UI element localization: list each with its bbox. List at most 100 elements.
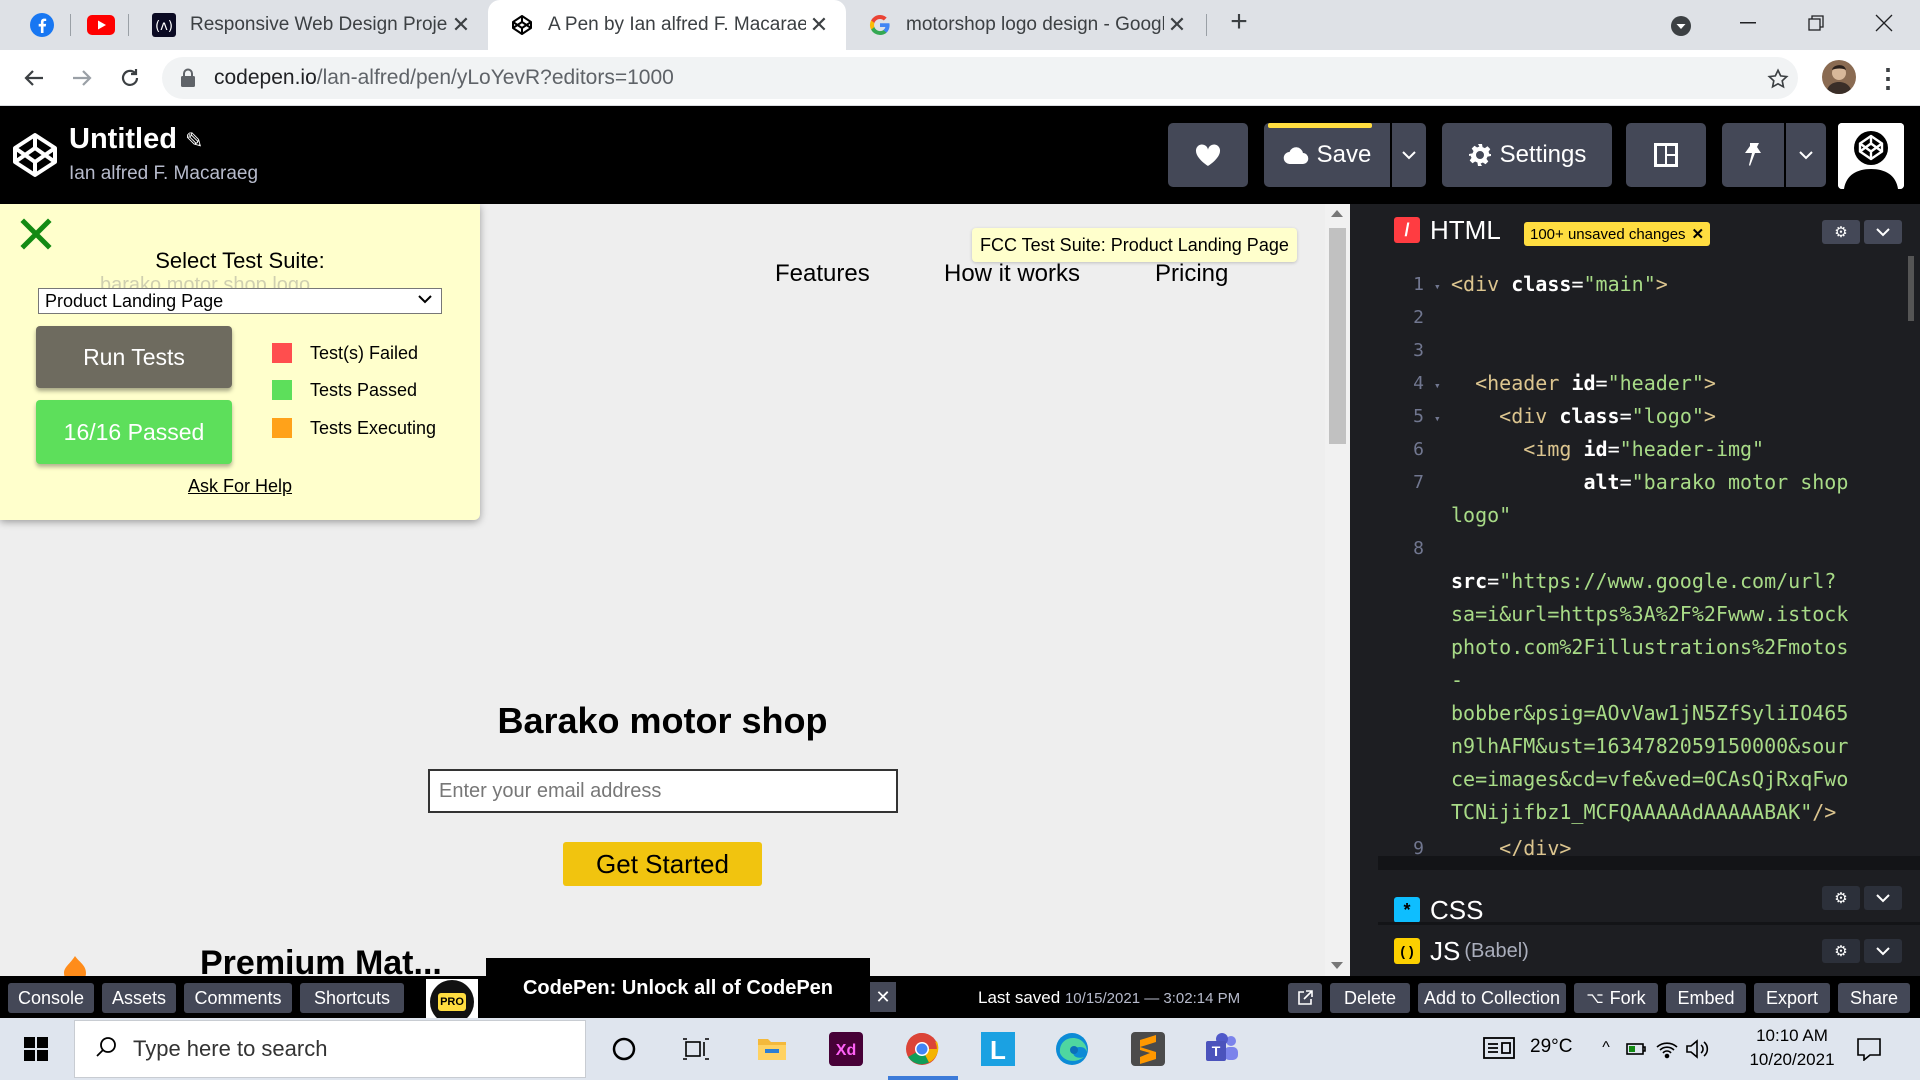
line-number: 4 — [1413, 373, 1424, 394]
heart-icon — [1195, 144, 1221, 166]
get-started-button[interactable]: Get Started — [563, 842, 762, 886]
forward-arrow-icon[interactable] — [66, 62, 98, 94]
open-external-icon[interactable] — [1288, 983, 1322, 1013]
taskbar-clock[interactable]: 10:10 AM 10/20/2021 — [1742, 1024, 1842, 1072]
pro-label: PRO — [438, 993, 466, 1011]
weather-widget-icon[interactable] — [1482, 1034, 1516, 1062]
preview-scrollbar[interactable] — [1325, 204, 1350, 976]
teams-icon[interactable]: T — [1204, 1031, 1240, 1067]
email-input[interactable] — [428, 769, 898, 813]
profile-avatar[interactable] — [1822, 60, 1856, 94]
l-app-icon[interactable]: L — [980, 1031, 1016, 1067]
pencil-icon[interactable]: ✎ — [185, 128, 203, 153]
cortana-icon[interactable] — [606, 1031, 642, 1067]
close-tab-icon[interactable]: ✕ — [448, 12, 474, 38]
scroll-up-icon[interactable] — [1331, 210, 1343, 217]
run-tests-button[interactable]: Run Tests — [36, 326, 232, 388]
temperature[interactable]: 29°C — [1530, 1036, 1572, 1058]
scroll-down-icon[interactable] — [1331, 962, 1343, 969]
minimize-window-icon[interactable] — [1712, 0, 1784, 46]
html-code-editor[interactable]: 1 2 3 4 5 6 7 8 9 ▾ ▾ ▾ <div class="main… — [1378, 256, 1920, 860]
volume-icon[interactable] — [1684, 1036, 1710, 1062]
comments-button[interactable]: Comments — [184, 983, 292, 1013]
close-test-panel-icon[interactable] — [20, 218, 52, 250]
add-to-collection-button[interactable]: Add to Collection — [1418, 983, 1566, 1013]
wifi-icon[interactable] — [1654, 1036, 1680, 1062]
battery-icon[interactable] — [1624, 1036, 1650, 1062]
ask-for-help-link[interactable]: Ask For Help — [0, 476, 480, 497]
delete-button[interactable]: Delete — [1330, 983, 1410, 1013]
tab-codepen-pen[interactable]: A Pen by Ian alfred F. Macaraeg ✕ — [488, 0, 846, 50]
code-scroll-thumb[interactable] — [1908, 256, 1914, 321]
fold-icon[interactable]: ▾ — [1434, 412, 1441, 425]
tab-html[interactable]: / HTML — [1378, 204, 1519, 256]
bookmark-star-icon[interactable] — [1762, 63, 1794, 95]
nav-link-pricing[interactable]: Pricing — [1155, 260, 1228, 288]
address-bar[interactable]: codepen.io/lan-alfred/pen/yLoYevR?editor… — [162, 57, 1798, 99]
pen-author[interactable]: Ian alfred F. Macaraeg — [69, 163, 258, 185]
taskbar-search-box[interactable]: Type here to search — [74, 1020, 586, 1078]
notifications-icon[interactable] — [1852, 1034, 1886, 1064]
change-view-button[interactable] — [1626, 123, 1706, 187]
tab-google-search[interactable]: motorshop logo design - Google ✕ — [846, 0, 1204, 50]
pro-promo-banner[interactable]: CodePen: Unlock all of CodePen — [486, 958, 870, 1018]
reload-icon[interactable] — [114, 62, 146, 94]
close-badge-icon[interactable]: ✕ — [1692, 225, 1705, 243]
codepen-logo-icon[interactable] — [12, 132, 58, 178]
show-hidden-icons-chevron-icon[interactable]: ^ — [1594, 1036, 1618, 1060]
facebook-pinned-tab-icon[interactable] — [27, 10, 57, 40]
js-settings-gear-icon[interactable]: ⚙ — [1822, 939, 1860, 963]
pen-title[interactable]: Untitled ✎ — [69, 123, 203, 156]
adobe-xd-icon[interactable]: Xd — [828, 1031, 864, 1067]
close-window-icon[interactable] — [1848, 0, 1920, 46]
close-tab-icon[interactable]: ✕ — [1164, 12, 1190, 38]
lock-icon[interactable] — [180, 68, 198, 88]
fold-icon[interactable]: ▾ — [1434, 379, 1441, 392]
tests-passed-button[interactable]: 16/16 Passed — [36, 400, 232, 464]
new-tab-plus-icon[interactable]: + — [1224, 5, 1254, 38]
html-collapse-chevron-icon[interactable] — [1864, 220, 1902, 244]
nav-link-how-it-works[interactable]: How it works — [944, 260, 1080, 288]
css-settings-gear-icon[interactable]: ⚙ — [1822, 886, 1860, 910]
edge-icon[interactable] — [1054, 1031, 1090, 1067]
test-suite-select[interactable]: Product Landing Page — [38, 288, 442, 314]
file-explorer-icon[interactable] — [754, 1031, 790, 1067]
user-avatar[interactable] — [1838, 123, 1904, 189]
windows-start-icon[interactable] — [0, 1018, 72, 1080]
preview-scroll-thumb[interactable] — [1329, 228, 1346, 444]
shortcuts-button[interactable]: Shortcuts — [300, 983, 404, 1013]
fold-icon[interactable]: ▾ — [1434, 280, 1441, 293]
save-options-chevron-icon[interactable] — [1392, 123, 1426, 187]
youtube-pinned-tab-icon[interactable] — [86, 10, 116, 40]
close-tab-icon[interactable]: ✕ — [806, 12, 832, 38]
export-button[interactable]: Export — [1754, 983, 1830, 1013]
pin-button[interactable] — [1722, 123, 1784, 187]
share-button[interactable]: Share — [1838, 983, 1910, 1013]
pin-options-chevron-icon[interactable] — [1786, 123, 1826, 187]
restore-window-icon[interactable] — [1780, 0, 1852, 46]
tab-search-icon[interactable] — [1666, 11, 1696, 41]
css-collapse-chevron-icon[interactable] — [1864, 886, 1902, 910]
task-view-icon[interactable] — [678, 1031, 714, 1067]
fork-button[interactable]: ⌥ Fork — [1574, 983, 1658, 1013]
close-promo-icon[interactable]: ✕ — [870, 982, 896, 1012]
html-settings-gear-icon[interactable]: ⚙ — [1822, 220, 1860, 244]
console-button[interactable]: Console — [8, 983, 94, 1013]
sublime-text-icon[interactable] — [1130, 1031, 1166, 1067]
tab-js[interactable]: ( ) JS (Babel) — [1378, 925, 1547, 976]
settings-button[interactable]: Settings — [1442, 123, 1612, 187]
unsaved-changes-badge[interactable]: 100+ unsaved changes ✕ — [1524, 222, 1711, 246]
back-arrow-icon[interactable] — [18, 62, 50, 94]
nav-link-features[interactable]: Features — [775, 260, 870, 288]
js-collapse-chevron-icon[interactable] — [1864, 939, 1902, 963]
assets-button[interactable]: Assets — [102, 983, 176, 1013]
heart-button[interactable] — [1168, 123, 1248, 187]
legend-label: Tests Passed — [310, 379, 418, 400]
pen-title-text: Untitled — [69, 123, 177, 155]
pane-resizer[interactable] — [1350, 204, 1378, 976]
chrome-menu-icon[interactable]: ⋮ — [1872, 62, 1904, 94]
save-button[interactable]: Save — [1264, 123, 1390, 187]
embed-button[interactable]: Embed — [1666, 983, 1746, 1013]
tab-responsive-web-design[interactable]: (ʌ) Responsive Web Design Projects ✕ — [130, 0, 488, 50]
chrome-icon[interactable] — [904, 1031, 940, 1067]
